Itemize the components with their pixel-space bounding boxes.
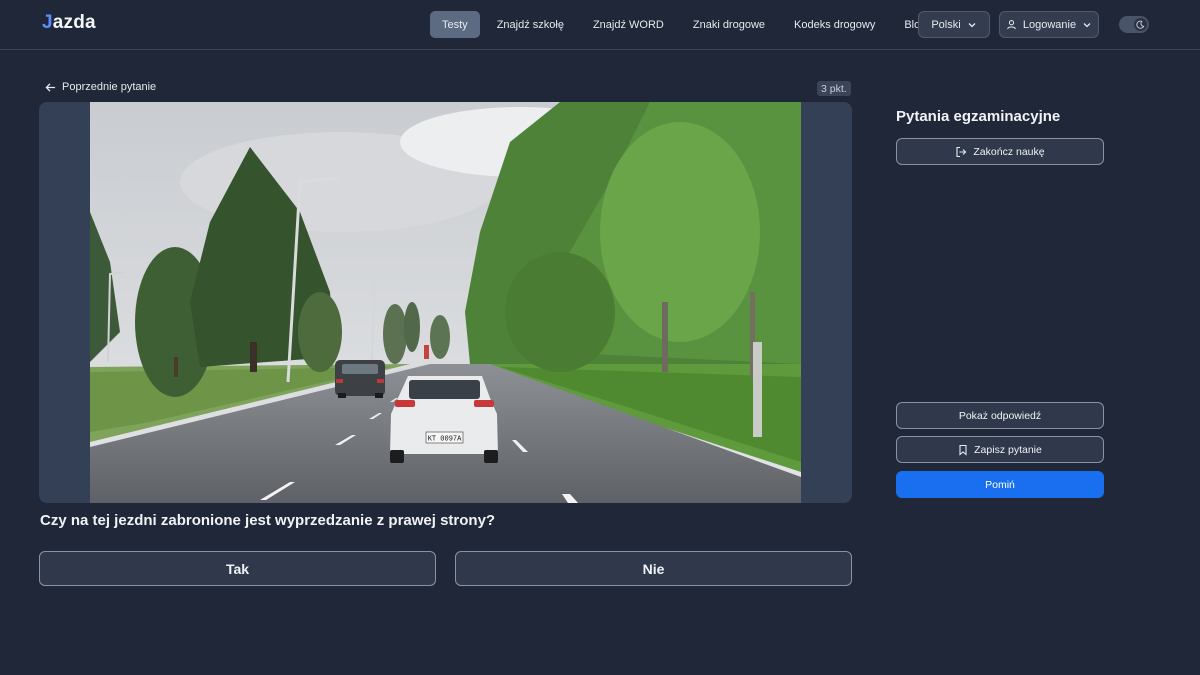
chevron-down-icon — [1082, 20, 1092, 30]
show-answer-label: Pokaż odpowiedź — [958, 409, 1042, 422]
nav-road-signs[interactable]: Znaki drogowe — [681, 11, 777, 38]
chevron-down-icon — [967, 20, 977, 30]
road-scene-image: KT 0097A — [90, 102, 801, 503]
show-answer-button[interactable]: Pokaż odpowiedź — [896, 402, 1104, 429]
save-question-label: Zapisz pytanie — [974, 443, 1042, 456]
end-learning-label: Zakończ naukę — [973, 145, 1045, 158]
answer-no-button[interactable]: Nie — [455, 551, 852, 586]
login-label: Logowanie — [1022, 18, 1077, 31]
nav-road-code[interactable]: Kodeks drogowy — [782, 11, 887, 38]
points-badge: 3 pkt. — [817, 81, 851, 96]
user-icon — [1006, 19, 1017, 30]
question-text: Czy na tej jezdni zabronione jest wyprze… — [40, 512, 496, 529]
previous-question-label: Poprzednie pytanie — [62, 81, 157, 93]
skip-button[interactable]: Pomiń — [896, 471, 1104, 498]
nav-find-school[interactable]: Znajdź szkołę — [485, 11, 576, 38]
theme-toggle[interactable] — [1119, 16, 1149, 33]
moon-icon — [1134, 18, 1147, 31]
save-question-button[interactable]: Zapisz pytanie — [896, 436, 1104, 463]
language-label: Polski — [931, 18, 961, 31]
previous-question-link[interactable]: Poprzednie pytanie — [45, 81, 156, 93]
end-learning-button[interactable]: Zakończ naukę — [896, 138, 1104, 165]
sidebar-title: Pytania egzaminacyjne — [896, 108, 1061, 125]
language-select[interactable]: Polski — [918, 11, 990, 38]
logo-text: azda — [52, 12, 96, 33]
nav-tests[interactable]: Testy — [430, 11, 480, 38]
skip-label: Pomiń — [985, 478, 1015, 491]
nav-find-word[interactable]: Znajdź WORD — [581, 11, 676, 38]
logout-icon — [955, 146, 967, 158]
login-select[interactable]: Logowanie — [999, 11, 1099, 38]
main-nav: Testy Znajdź szkołę Znajdź WORD Znaki dr… — [430, 11, 943, 38]
bookmark-icon — [958, 444, 968, 456]
license-plate-text: KT 0097A — [428, 436, 462, 444]
top-navbar: Jazda Testy Znajdź szkołę Znajdź WORD Zn… — [0, 0, 1200, 50]
question-media: KT 0097A — [39, 102, 852, 503]
arrow-left-icon — [45, 82, 56, 93]
logo-letter-j: J — [42, 12, 53, 33]
jazda-logo[interactable]: Jazda — [42, 12, 96, 34]
answer-yes-button[interactable]: Tak — [39, 551, 436, 586]
